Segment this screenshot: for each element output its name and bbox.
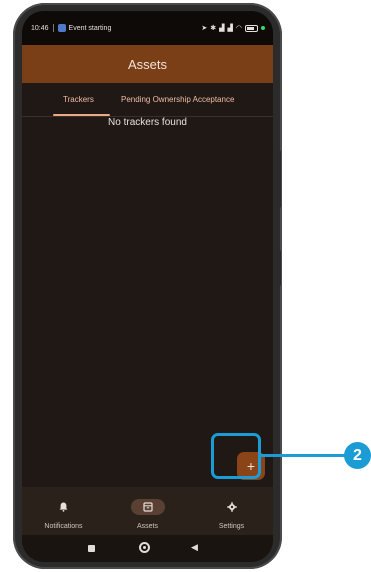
nav-label-settings: Settings bbox=[218, 523, 245, 530]
recents-button[interactable] bbox=[88, 545, 95, 552]
callout-connector-line bbox=[261, 454, 346, 457]
nav-item-assets[interactable]: Assets bbox=[106, 487, 189, 535]
nav-item-notifications[interactable]: Notifications bbox=[22, 487, 105, 535]
system-navigation-bar: ◀ bbox=[22, 535, 273, 562]
stage: 10:46 Event starting ➤ ✱ ▟ ▟ ◠ Assets Tr… bbox=[0, 0, 371, 572]
power-button bbox=[276, 150, 281, 208]
privacy-dot bbox=[261, 26, 265, 30]
calendar-notification-icon bbox=[57, 24, 66, 32]
status-time: 10:46 bbox=[31, 24, 49, 32]
status-notification-text: Event starting bbox=[68, 24, 112, 32]
tab-trackers[interactable]: Trackers bbox=[63, 95, 94, 104]
nav-label-notifications: Notifications bbox=[44, 523, 83, 530]
location-icon: ➤ bbox=[201, 24, 208, 32]
status-separator bbox=[52, 24, 54, 32]
back-button[interactable]: ◀ bbox=[191, 543, 198, 552]
bottom-navigation: Notifications Assets Settings bbox=[22, 487, 273, 535]
status-bar: 10:46 Event starting ➤ ✱ ▟ ▟ ◠ bbox=[22, 11, 273, 45]
bluetooth-icon: ✱ bbox=[210, 24, 217, 32]
phone-screen: 10:46 Event starting ➤ ✱ ▟ ▟ ◠ Assets Tr… bbox=[22, 11, 273, 562]
callout-number-badge: 2 bbox=[344, 442, 371, 469]
archive-box-icon bbox=[130, 499, 165, 515]
tab-bar: Trackers Pending Ownership Acceptance bbox=[22, 89, 273, 117]
gear-icon bbox=[215, 499, 249, 515]
tab-selected-indicator bbox=[53, 114, 110, 116]
wifi-icon: ◠ bbox=[235, 24, 242, 32]
signal-icon: ▟ bbox=[219, 24, 225, 32]
tab-pending-ownership-acceptance[interactable]: Pending Ownership Acceptance bbox=[121, 95, 234, 104]
nav-label-assets: Assets bbox=[136, 523, 158, 530]
app-bar: Assets bbox=[22, 45, 273, 83]
home-button[interactable] bbox=[139, 542, 150, 553]
bell-icon bbox=[47, 499, 81, 515]
empty-state-message: No trackers found bbox=[108, 117, 187, 128]
volume-button bbox=[276, 250, 281, 286]
page-title: Assets bbox=[127, 56, 167, 72]
signal-icon: ▟ bbox=[227, 24, 233, 32]
battery-icon bbox=[245, 24, 258, 32]
status-icons: ➤ ✱ ▟ ▟ ◠ bbox=[201, 24, 265, 32]
callout-highlight-box bbox=[211, 433, 261, 479]
nav-item-settings[interactable]: Settings bbox=[190, 487, 273, 535]
